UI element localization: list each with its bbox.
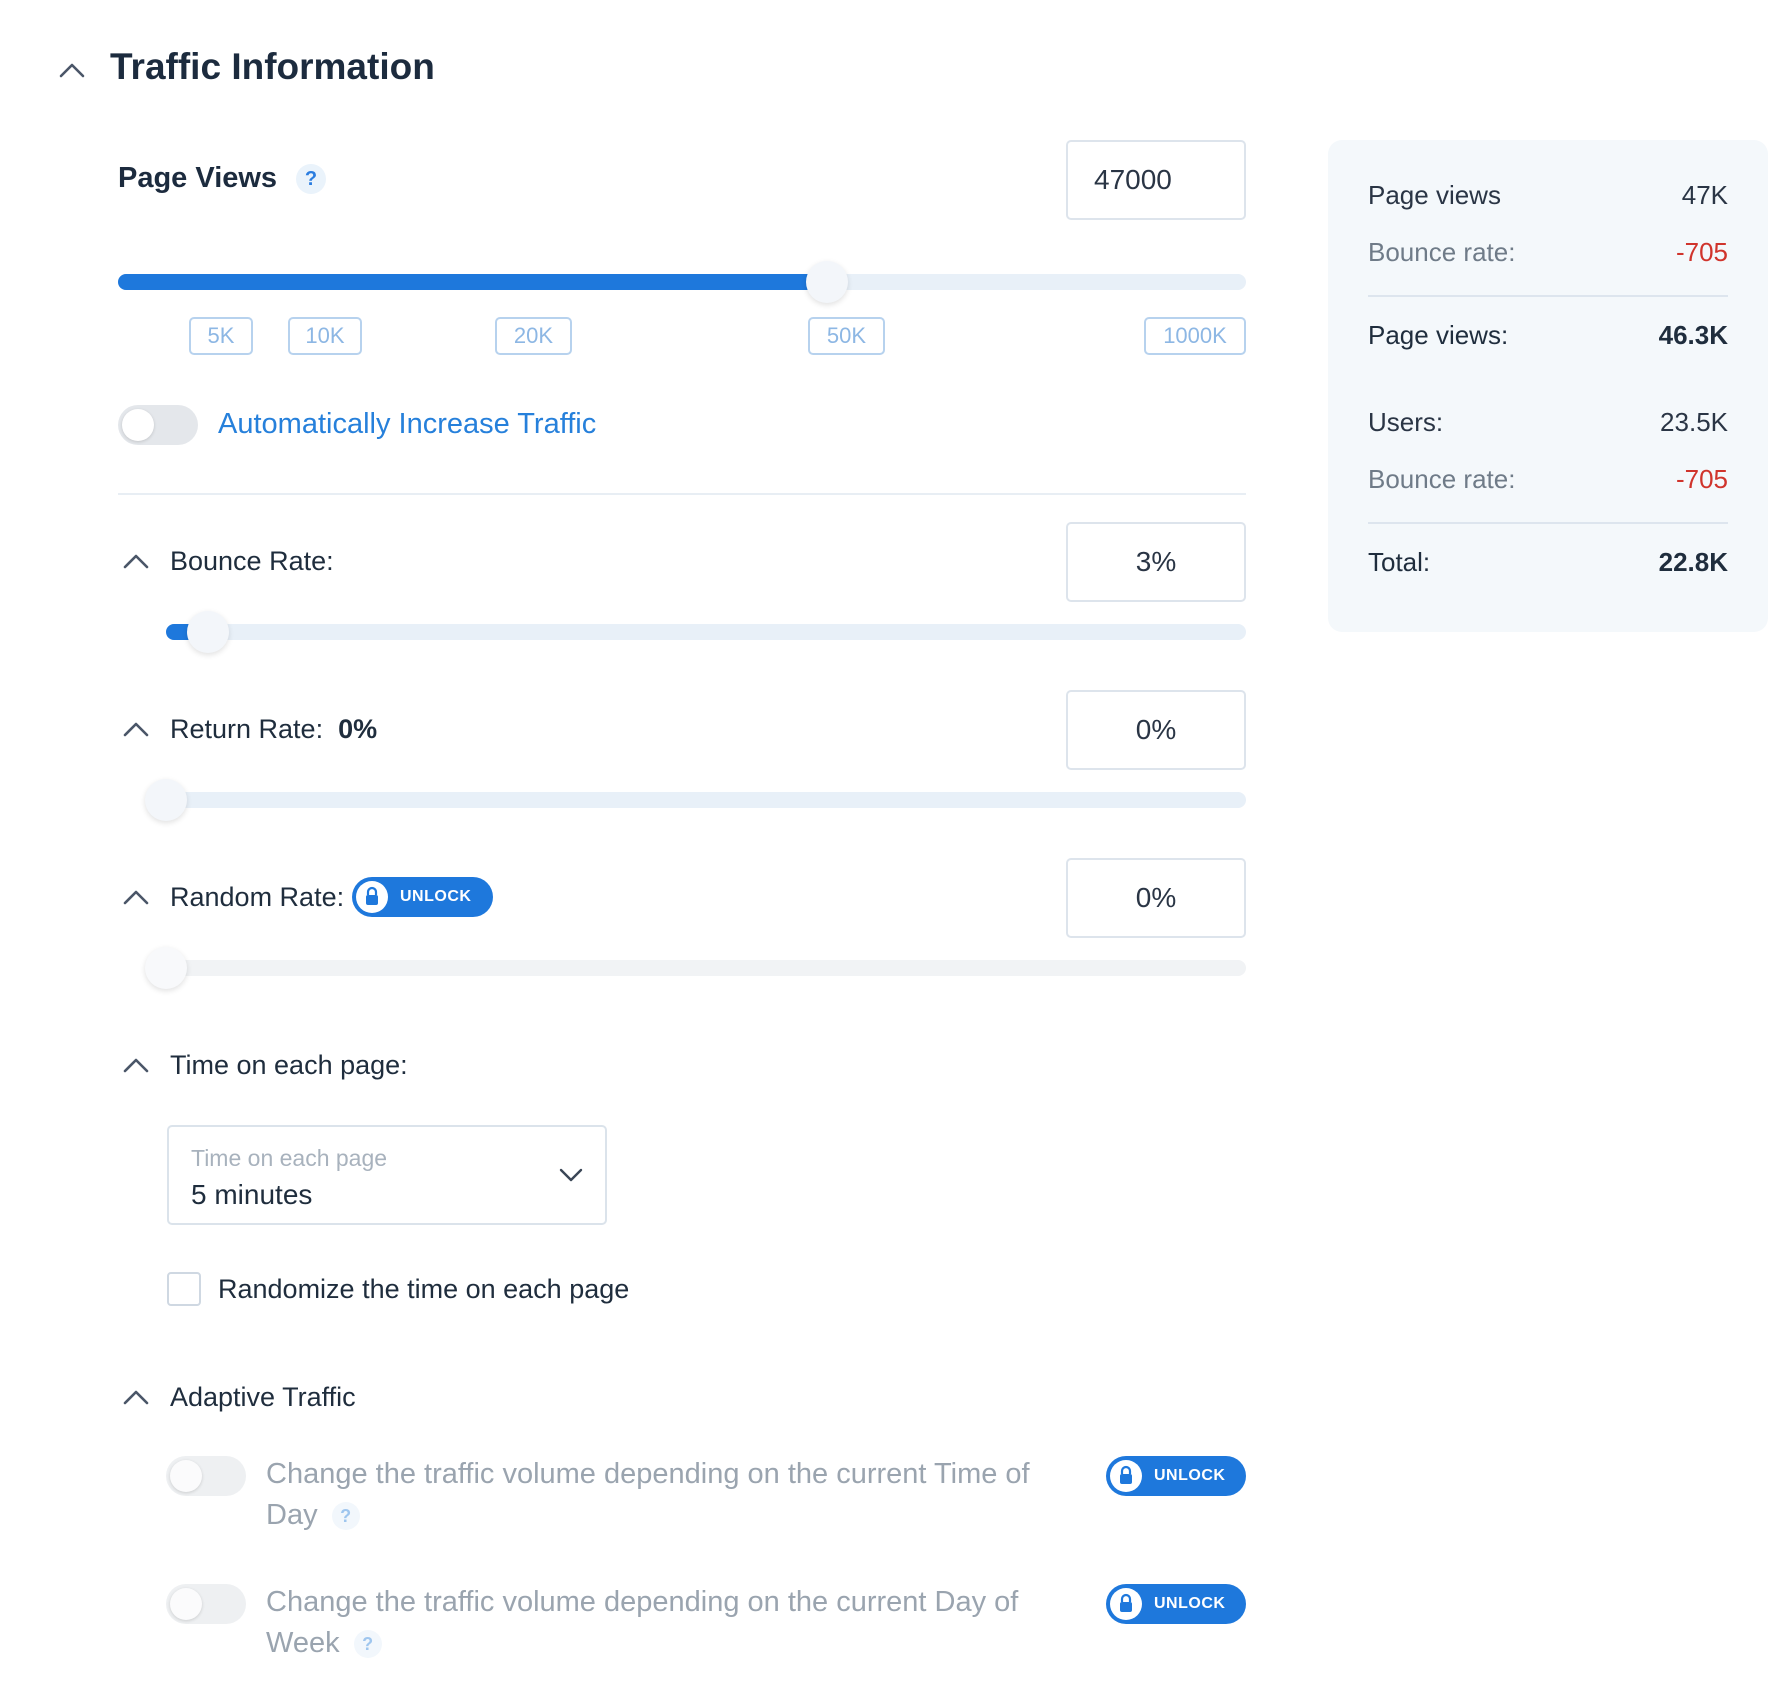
page-views-input[interactable]: 47000 [1066,140,1246,220]
randomize-time-checkbox[interactable] [167,1272,201,1306]
time-of-day-text: Change the traffic volume depending on t… [266,1454,1086,1536]
bounce-rate-slider-thumb[interactable] [187,611,229,653]
return-rate-label: Return Rate: 0% [170,714,377,745]
select-value: 5 minutes [191,1179,313,1210]
bounce-rate-chevron-up-icon[interactable] [122,551,150,571]
return-rate-label-text: Return Rate: [170,714,324,744]
page-views-slider-track[interactable] [118,274,1246,290]
section-title: Traffic Information [110,46,435,87]
time-on-page-select[interactable]: Time on each page 5 minutes [167,1125,607,1225]
auto-increase-label[interactable]: Automatically Increase Traffic [218,408,596,441]
random-rate-slider-thumb[interactable] [145,947,187,989]
tick-10k[interactable]: 10K [288,317,362,355]
page-views-slider-fill [118,274,827,290]
auto-increase-toggle[interactable] [118,405,198,445]
toggle-knob [170,1588,202,1620]
time-of-day-label: Change the traffic volume depending on t… [266,1458,1030,1531]
lock-icon [356,881,388,913]
summary-label: Page views: [1368,320,1509,350]
adaptive-traffic-label: Adaptive Traffic [170,1382,356,1412]
summary-label: Total: [1368,547,1431,577]
toggle-knob [122,409,154,441]
random-rate-label: Random Rate: [170,882,345,912]
summary-label: Page views [1368,180,1501,210]
traffic-summary-panel: Page views 47K Bounce rate: -705 Page vi… [1328,140,1768,632]
return-rate-chevron-up-icon[interactable] [122,719,150,739]
time-of-day-toggle[interactable] [166,1456,246,1496]
help-icon[interactable]: ? [296,164,326,194]
random-rate-chevron-up-icon[interactable] [122,887,150,907]
unlock-label: UNLOCK [400,888,472,905]
time-of-day-unlock-button[interactable]: UNLOCK [1106,1456,1246,1496]
return-rate-input[interactable]: 0% [1066,690,1246,770]
help-icon[interactable]: ? [331,1502,360,1531]
help-icon[interactable]: ? [353,1630,382,1659]
lock-icon [1110,1460,1142,1492]
return-rate-slider-track[interactable] [166,792,1246,808]
time-on-page-label: Time on each page: [170,1050,408,1080]
chevron-down-icon [559,1167,583,1188]
day-of-week-unlock-button[interactable]: UNLOCK [1106,1584,1246,1624]
adaptive-traffic-chevron-up-icon[interactable] [122,1387,150,1407]
randomize-time-label[interactable]: Randomize the time on each page [218,1274,629,1305]
summary-negative-value: -705 [1675,237,1728,267]
tick-1000k[interactable]: 1000K [1144,317,1246,355]
summary-value: 22.8K [1658,547,1728,577]
page-views-label: Page Views [118,162,278,194]
toggle-knob [170,1460,202,1492]
time-on-page-chevron-up-icon[interactable] [122,1055,150,1075]
tick-5k[interactable]: 5K [189,317,253,355]
random-rate-slider-track[interactable] [166,960,1246,976]
lock-icon [1110,1588,1142,1620]
bounce-rate-slider-track[interactable] [166,624,1246,640]
unlock-label: UNLOCK [1154,1467,1226,1484]
summary-value: 47K [1681,180,1728,210]
bounce-rate-input[interactable]: 3% [1066,522,1246,602]
random-rate-input[interactable]: 0% [1066,858,1246,938]
summary-label: Users: [1368,407,1444,437]
summary-label: Bounce rate: [1368,237,1516,267]
bounce-rate-label: Bounce Rate: [170,546,334,576]
day-of-week-toggle[interactable] [166,1584,246,1624]
random-rate-unlock-button[interactable]: UNLOCK [352,877,493,917]
day-of-week-text: Change the traffic volume depending on t… [266,1582,1066,1664]
return-rate-slider-thumb[interactable] [145,779,187,821]
summary-value: 46.3K [1658,320,1728,350]
tick-20k[interactable]: 20K [495,317,572,355]
summary-divider [1368,295,1728,297]
return-rate-inline-value: 0% [338,714,378,744]
tick-50k[interactable]: 50K [808,317,885,355]
page-views-slider-thumb[interactable] [806,261,848,303]
summary-negative-value: -705 [1675,464,1728,494]
unlock-label: UNLOCK [1154,1595,1226,1612]
divider [118,493,1246,495]
select-placeholder: Time on each page [191,1145,388,1171]
summary-divider [1368,522,1728,524]
summary-value: 23.5K [1660,407,1728,437]
collapse-chevron-up-icon[interactable] [58,60,86,80]
summary-label: Bounce rate: [1368,464,1516,494]
